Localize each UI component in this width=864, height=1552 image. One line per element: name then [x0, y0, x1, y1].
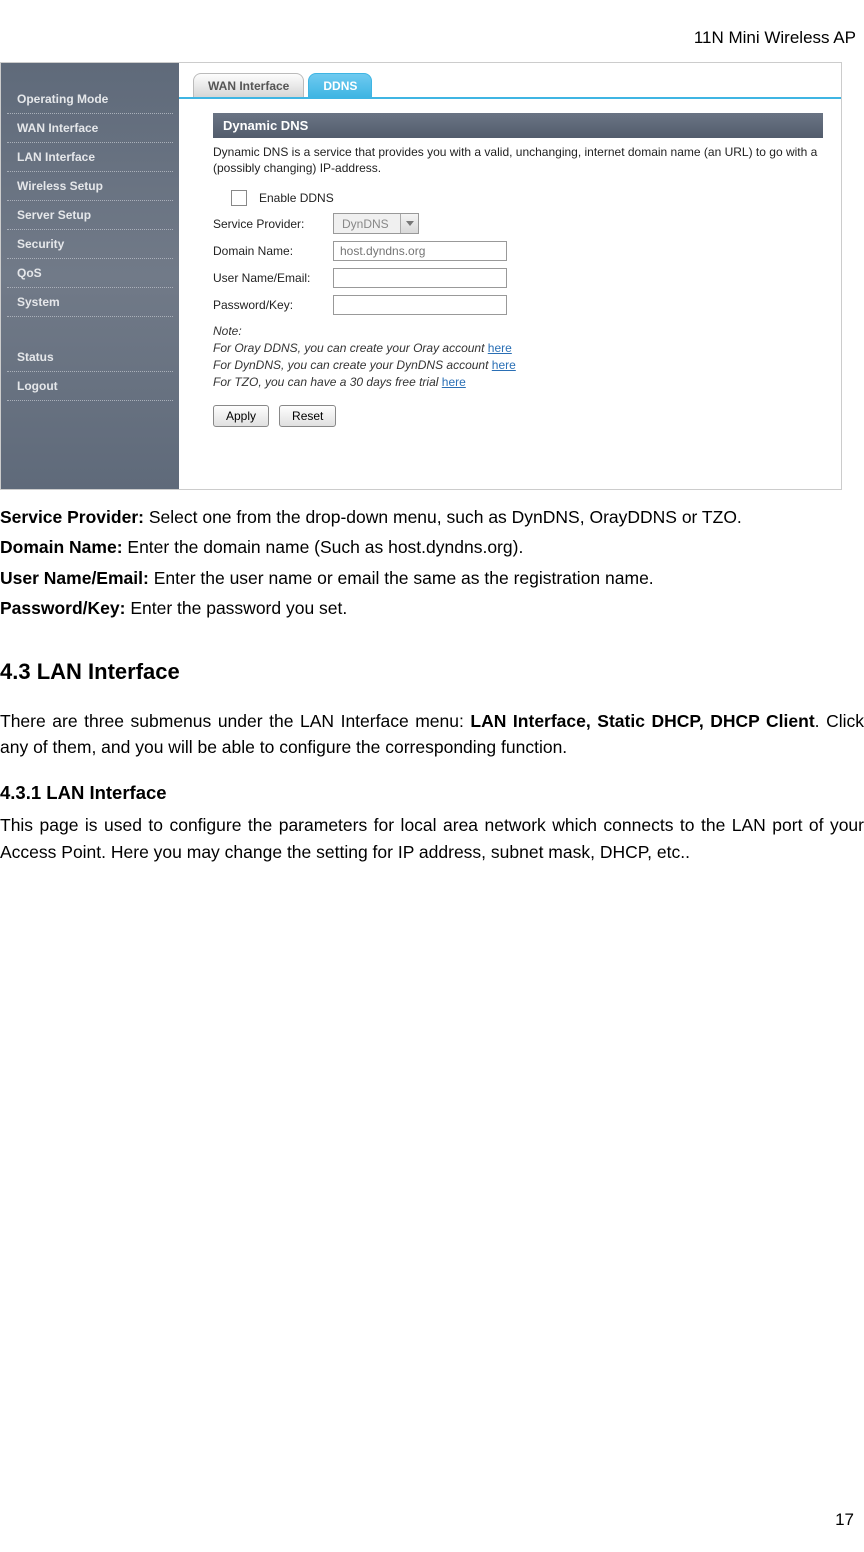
sidebar-item-qos[interactable]: QoS	[7, 259, 173, 288]
dyndns-link[interactable]: here	[492, 358, 516, 372]
def-text: Select one from the drop-down menu, such…	[144, 507, 742, 527]
def-text: Enter the password you set.	[125, 598, 347, 618]
password-row: Password/Key:	[213, 295, 823, 315]
service-provider-select[interactable]: DynDNS	[333, 213, 419, 234]
page-number: 17	[835, 1510, 854, 1530]
def-text: Enter the domain name (Such as host.dynd…	[123, 537, 524, 557]
ddns-panel: Dynamic DNS Dynamic DNS is a service tha…	[179, 99, 841, 437]
panel-description: Dynamic DNS is a service that provides y…	[213, 144, 823, 176]
def-service-provider: Service Provider: Select one from the dr…	[0, 504, 864, 530]
section-4-3-intro: There are three submenus under the LAN I…	[0, 708, 864, 761]
def-password-key: Password/Key: Enter the password you set…	[0, 595, 864, 621]
username-input[interactable]	[333, 268, 507, 288]
def-term: Password/Key:	[0, 598, 125, 618]
def-term: Domain Name:	[0, 537, 123, 557]
apply-button[interactable]: Apply	[213, 405, 269, 427]
chevron-down-icon	[400, 214, 418, 233]
def-term: Service Provider:	[0, 507, 144, 527]
note-oray-text: For Oray DDNS, you can create your Oray …	[213, 341, 488, 355]
enable-ddns-checkbox[interactable]	[231, 190, 247, 206]
intro-b: LAN Interface, Static DHCP, DHCP Client	[470, 711, 814, 731]
heading-4-3-1: 4.3.1 LAN Interface	[0, 779, 864, 807]
domain-name-label: Domain Name:	[213, 244, 333, 258]
password-input[interactable]	[333, 295, 507, 315]
def-text: Enter the user name or email the same as…	[149, 568, 654, 588]
service-provider-value: DynDNS	[334, 217, 400, 231]
def-domain-name: Domain Name: Enter the domain name (Such…	[0, 534, 864, 560]
note-block: Note: For Oray DDNS, you can create your…	[213, 323, 823, 390]
main-pane: WAN Interface DDNS Dynamic DNS Dynamic D…	[179, 63, 841, 489]
username-label: User Name/Email:	[213, 271, 333, 285]
password-label: Password/Key:	[213, 298, 333, 312]
router-ui-screenshot: Operating Mode WAN Interface LAN Interfa…	[0, 62, 842, 490]
sidebar-item-server-setup[interactable]: Server Setup	[7, 201, 173, 230]
service-provider-row: Service Provider: DynDNS	[213, 213, 823, 234]
note-lead: Note:	[213, 324, 242, 338]
sidebar-item-wan-interface[interactable]: WAN Interface	[7, 114, 173, 143]
document-header: 11N Mini Wireless AP	[0, 0, 864, 62]
service-provider-label: Service Provider:	[213, 217, 333, 231]
tzo-link[interactable]: here	[442, 375, 466, 389]
sidebar-item-logout[interactable]: Logout	[7, 372, 173, 401]
note-tzo-text: For TZO, you can have a 30 days free tri…	[213, 375, 442, 389]
panel-title: Dynamic DNS	[213, 113, 823, 138]
button-row: Apply Reset	[213, 405, 823, 427]
tab-wan-interface[interactable]: WAN Interface	[193, 73, 304, 97]
sidebar-item-operating-mode[interactable]: Operating Mode	[7, 85, 173, 114]
def-username-email: User Name/Email: Enter the user name or …	[0, 565, 864, 591]
domain-name-input[interactable]	[333, 241, 507, 261]
sidebar-item-status[interactable]: Status	[7, 343, 173, 372]
section-4-3-1-text: This page is used to configure the param…	[0, 812, 864, 865]
tab-bar: WAN Interface DDNS	[179, 67, 841, 99]
tab-ddns[interactable]: DDNS	[308, 73, 372, 97]
note-dyndns-text: For DynDNS, you can create your DynDNS a…	[213, 358, 492, 372]
username-row: User Name/Email:	[213, 268, 823, 288]
def-term: User Name/Email:	[0, 568, 149, 588]
document-body: Service Provider: Select one from the dr…	[0, 490, 864, 865]
domain-name-row: Domain Name:	[213, 241, 823, 261]
heading-4-3: 4.3 LAN Interface	[0, 655, 864, 688]
sidebar-item-system[interactable]: System	[7, 288, 173, 317]
oray-link[interactable]: here	[488, 341, 512, 355]
sidebar-item-security[interactable]: Security	[7, 230, 173, 259]
sidebar-item-wireless-setup[interactable]: Wireless Setup	[7, 172, 173, 201]
intro-a: There are three submenus under the LAN I…	[0, 711, 470, 731]
enable-ddns-label: Enable DDNS	[259, 191, 334, 205]
sidebar-nav: Operating Mode WAN Interface LAN Interfa…	[1, 63, 179, 489]
reset-button[interactable]: Reset	[279, 405, 336, 427]
enable-ddns-row: Enable DDNS	[213, 190, 823, 206]
sidebar-item-lan-interface[interactable]: LAN Interface	[7, 143, 173, 172]
